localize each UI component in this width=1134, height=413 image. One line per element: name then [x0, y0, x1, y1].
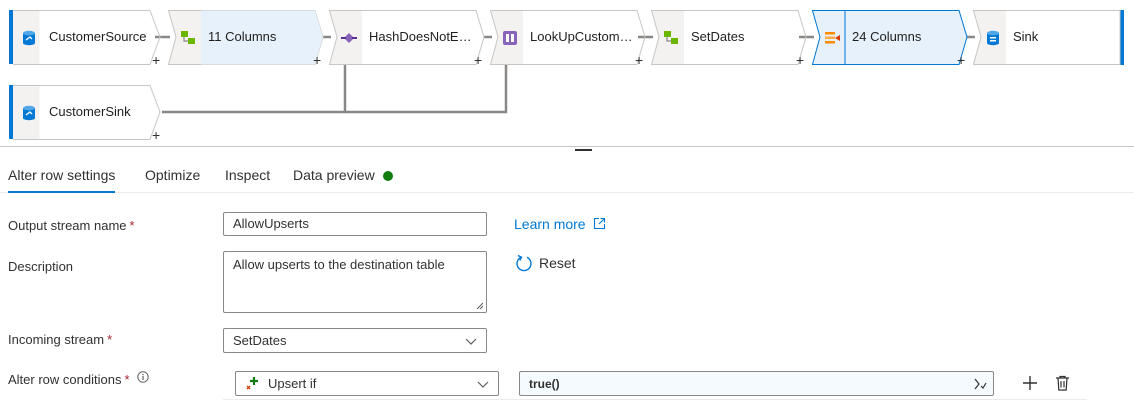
node-label: 24 Columns	[852, 29, 922, 44]
alter-row-conditions-label: Alter row conditions *	[8, 371, 149, 387]
tab-optimize[interactable]: Optimize	[145, 167, 200, 183]
node-label: CustomerSink	[49, 104, 131, 119]
input-value: AllowUpserts	[233, 216, 309, 231]
select-value: SetDates	[233, 333, 287, 348]
source-db-icon	[20, 29, 38, 47]
node-hash-does-not-exist[interactable]: HashDoesNotE… +	[329, 10, 485, 67]
condition-expression-input[interactable]: true()	[519, 371, 994, 396]
sink-db-icon	[984, 29, 1002, 47]
input-value: true()	[529, 377, 560, 391]
chevron-down-icon	[465, 338, 477, 345]
open-external-icon	[594, 217, 606, 230]
condition-type-select[interactable]: Upsert if	[235, 371, 499, 396]
alter-row-icon	[823, 29, 841, 47]
node-label: 11 Columns	[208, 29, 277, 44]
add-step-button[interactable]: +	[313, 53, 321, 67]
pane-divider	[0, 146, 1134, 147]
learn-more-link[interactable]: Learn more	[514, 216, 606, 232]
required-marker: *	[129, 218, 135, 233]
info-icon[interactable]	[137, 371, 149, 383]
tab-alter-row-settings[interactable]: Alter row settings	[8, 167, 116, 193]
node-label: CustomerSource	[49, 29, 147, 44]
add-step-button[interactable]: +	[152, 128, 160, 142]
add-step-button[interactable]: +	[635, 53, 643, 67]
node-select-columns[interactable]: 11 Columns +	[168, 10, 324, 67]
required-marker: *	[124, 372, 130, 387]
incoming-stream-select[interactable]: SetDates	[223, 328, 487, 353]
chevron-down-icon	[477, 381, 489, 388]
description-label: Description	[8, 259, 74, 274]
input-value: Allow upserts to the destination table	[233, 257, 445, 272]
node-label: SetDates	[691, 29, 745, 44]
node-set-dates[interactable]: SetDates +	[651, 10, 807, 67]
add-step-button[interactable]: +	[474, 53, 482, 67]
upsert-icon	[246, 377, 258, 390]
link-text: Learn more	[514, 216, 586, 232]
button-label: Reset	[539, 255, 576, 271]
lookup-icon	[501, 29, 519, 47]
condition-row-underline	[223, 399, 1087, 400]
label-text: Incoming stream	[8, 332, 105, 347]
node-customer-source[interactable]: CustomerSource +	[9, 10, 161, 67]
node-alter-row[interactable]: 24 Columns +	[812, 10, 968, 67]
delete-condition-icon[interactable]	[1055, 375, 1070, 391]
node-customer-sink[interactable]: CustomerSink +	[9, 85, 161, 142]
add-step-button[interactable]: +	[796, 53, 804, 67]
label-text: Alter row conditions	[8, 372, 122, 387]
node-label: LookUpCustom…	[530, 29, 633, 44]
add-step-button[interactable]: +	[957, 53, 965, 67]
add-step-button[interactable]: +	[152, 53, 160, 67]
settings-tabs: Alter row settings Optimize Inspect Data…	[0, 160, 1134, 193]
required-marker: *	[107, 332, 113, 347]
reset-button[interactable]: Reset	[515, 254, 576, 272]
node-label: Sink	[1013, 29, 1039, 44]
reset-icon	[516, 254, 532, 272]
expression-builder-icon[interactable]	[973, 377, 987, 391]
derived-column-icon	[662, 29, 680, 47]
select-value: Upsert if	[268, 376, 317, 391]
output-stream-input[interactable]: AllowUpserts	[223, 212, 487, 236]
tab-data-preview[interactable]: Data preview	[293, 167, 375, 183]
dataflow-canvas[interactable]: CustomerSource + 11 Columns + HashDoesNo…	[0, 0, 1134, 146]
add-condition-icon[interactable]	[1022, 375, 1038, 391]
node-lookup-customer[interactable]: LookUpCustom… +	[490, 10, 646, 67]
select-icon	[179, 29, 197, 47]
source-db-icon	[20, 104, 38, 122]
description-textarea[interactable]: Allow upserts to the destination table	[223, 251, 487, 313]
label-text: Output stream name	[8, 218, 127, 233]
output-stream-label: Output stream name *	[8, 218, 135, 233]
node-label: HashDoesNotE…	[369, 29, 472, 44]
pane-resize-handle[interactable]	[575, 149, 592, 151]
node-sink[interactable]: Sink	[973, 10, 1125, 65]
status-dot	[383, 171, 393, 181]
tab-inspect[interactable]: Inspect	[225, 167, 270, 183]
exists-icon	[340, 29, 358, 47]
incoming-stream-label: Incoming stream *	[8, 332, 112, 347]
resize-grip-icon	[476, 302, 484, 310]
